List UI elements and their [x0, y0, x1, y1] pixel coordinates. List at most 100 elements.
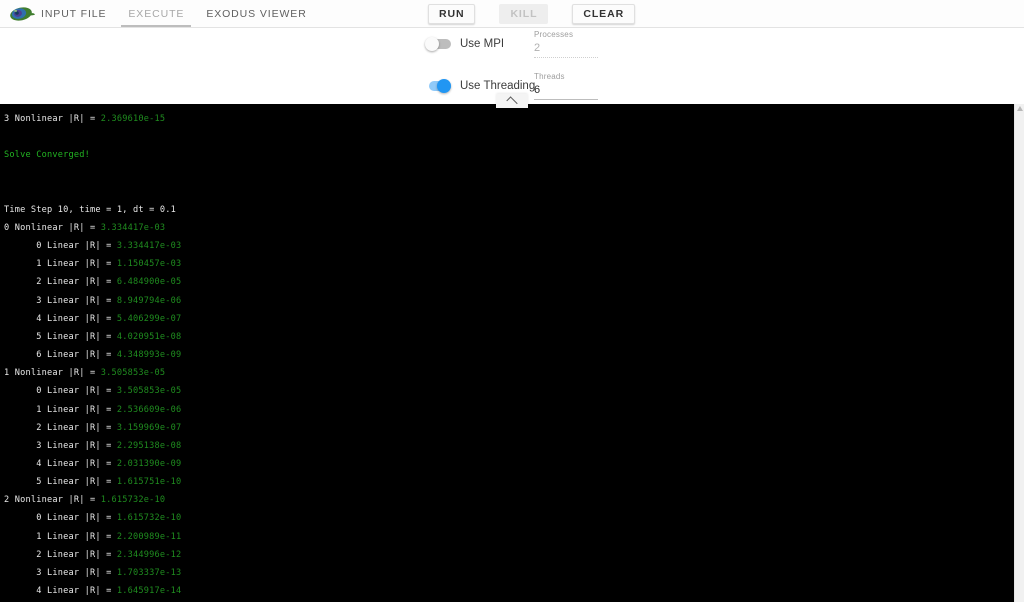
clear-button-label: CLEAR	[583, 8, 625, 20]
terminal-line: 2 Linear |R| = 6.484900e-05	[4, 273, 1014, 291]
terminal-line: 5 Linear |R| = 4.020951e-08	[4, 328, 1014, 346]
threads-label: Threads	[534, 72, 565, 81]
terminal-line-text: 3 Linear |R| =	[4, 295, 117, 306]
processes-input: 2	[534, 42, 541, 54]
field-underline	[534, 57, 598, 58]
terminal-line-text: 2 Linear |R| =	[4, 277, 117, 288]
terminal-lines: 3 Nonlinear |R| = 2.369610e-15 Solve Con…	[4, 110, 1014, 602]
terminal-line-text	[4, 132, 9, 142]
tab-execute-label: EXECUTE	[128, 8, 185, 20]
terminal-line-value: 1.615732e-10	[100, 495, 166, 506]
threads-field: Threads 6	[534, 72, 598, 100]
terminal-line-text: 1 Linear |R| =	[4, 404, 117, 415]
run-button-label: RUN	[439, 8, 465, 20]
use-mpi-label: Use MPI	[460, 38, 505, 50]
terminal-line: 4 Linear |R| = 1.645917e-14	[4, 582, 1014, 600]
terminal-line-text	[4, 187, 9, 197]
terminal-line-value: 1.150457e-03	[116, 259, 182, 270]
terminal-line-value: 3.159969e-07	[116, 422, 182, 433]
terminal-line-value: 2.200989e-11	[116, 531, 182, 542]
terminal-line-text: 0 Linear |R| =	[4, 513, 117, 524]
threads-input[interactable]: 6	[534, 83, 598, 97]
terminal-line-text: 0 Linear |R| =	[4, 241, 117, 252]
terminal-scrollbar[interactable]	[1014, 104, 1024, 602]
terminal-line: 2 Nonlinear |R| = 1.615732e-10	[4, 491, 1014, 509]
terminal-line-text: Solve Converged!	[4, 150, 90, 161]
terminal-line-text: 0 Linear |R| =	[4, 386, 117, 397]
field-underline	[534, 99, 598, 100]
terminal-line: 2 Linear |R| = 2.344996e-12	[4, 546, 1014, 564]
terminal-output[interactable]: 3 Nonlinear |R| = 2.369610e-15 Solve Con…	[0, 104, 1014, 602]
kill-button: KILL	[499, 4, 549, 24]
terminal-line-text: 1 Linear |R| =	[4, 531, 117, 542]
terminal-line: 3 Linear |R| = 8.949794e-06	[4, 292, 1014, 310]
use-mpi-toggle[interactable]	[425, 37, 451, 51]
terminal-line: 1 Linear |R| = 1.150457e-03	[4, 255, 1014, 273]
terminal-line-text: 5 Linear |R| =	[4, 331, 117, 342]
toggle-knob	[437, 79, 451, 93]
use-threading-label: Use Threading	[460, 80, 536, 92]
tab-execute[interactable]: EXECUTE	[117, 0, 195, 28]
terminal-line-value: 3.505853e-05	[100, 368, 166, 379]
terminal-line-text: 3 Linear |R| =	[4, 567, 117, 578]
terminal-line	[4, 128, 1014, 146]
terminal-line: 4 Linear |R| = 5.406299e-07	[4, 310, 1014, 328]
terminal-line-value: 2.536609e-06	[116, 404, 182, 415]
execution-control-panel: Use MPI Use Threading Processes 2 Thread…	[0, 28, 1024, 104]
nav-tabs: INPUT FILE EXECUTE EXODUS VIEWER	[30, 0, 318, 28]
terminal-line-text: 2 Nonlinear |R| =	[4, 495, 101, 506]
terminal-line-text: 2 Linear |R| =	[4, 422, 117, 433]
terminal-line-text: Time Step 10, time = 1, dt = 0.1	[4, 204, 176, 215]
tab-input-file[interactable]: INPUT FILE	[30, 0, 117, 28]
run-button[interactable]: RUN	[428, 4, 476, 24]
clear-button[interactable]: CLEAR	[572, 4, 636, 24]
terminal-line: 1 Linear |R| = 2.536609e-06	[4, 401, 1014, 419]
terminal-line: 3 Nonlinear |R| = 2.369610e-15	[4, 110, 1014, 128]
terminal-line-text: 3 Linear |R| =	[4, 440, 117, 451]
collapse-panel-button[interactable]	[496, 94, 528, 108]
terminal-line-text: 4 Linear |R| =	[4, 313, 117, 324]
terminal-line: Solve Converged!	[4, 146, 1014, 164]
processes-field: Processes 2	[534, 30, 598, 58]
terminal-line-text: 0 Nonlinear |R| =	[4, 222, 101, 233]
terminal-line-value: 2.031390e-09	[116, 458, 182, 469]
terminal-line-value: 8.949794e-06	[116, 295, 182, 306]
terminal-line: 3 Linear |R| = 1.703337e-13	[4, 564, 1014, 582]
terminal-line-text: 5 Linear |R| =	[4, 477, 117, 488]
terminal-line-value: 2.295138e-08	[116, 440, 182, 451]
terminal-line: 3 Linear |R| = 2.295138e-08	[4, 437, 1014, 455]
terminal-line: 0 Linear |R| = 3.505853e-05	[4, 382, 1014, 400]
scroll-up-arrow-icon[interactable]	[1017, 106, 1023, 111]
terminal-line-text	[4, 168, 9, 178]
terminal-line-text: 6 Linear |R| =	[4, 350, 117, 361]
terminal-line: 4 Linear |R| = 2.031390e-09	[4, 455, 1014, 473]
mpi-control-row: Use MPI	[425, 37, 505, 51]
kill-button-label: KILL	[510, 8, 538, 20]
terminal-line-text: 1 Linear |R| =	[4, 259, 117, 270]
terminal-line-value: 6.484900e-05	[116, 277, 182, 288]
terminal-line-value: 3.334417e-03	[116, 241, 182, 252]
terminal-line-value: 2.344996e-12	[116, 549, 182, 560]
terminal-line-value: 5.406299e-07	[116, 313, 182, 324]
terminal-line: Time Step 10, time = 1, dt = 0.1	[4, 201, 1014, 219]
threading-control-row: Use Threading	[425, 79, 536, 93]
use-threading-toggle[interactable]	[425, 79, 451, 93]
terminal-line-value: 1.615751e-10	[116, 477, 182, 488]
toggle-knob	[425, 37, 439, 51]
terminal-line: 0 Nonlinear |R| = 3.334417e-03	[4, 219, 1014, 237]
tab-exodus-viewer-label: EXODUS VIEWER	[206, 8, 307, 20]
tab-exodus-viewer[interactable]: EXODUS VIEWER	[195, 0, 317, 28]
chevron-up-icon	[506, 96, 518, 108]
terminal-line: 1 Linear |R| = 2.200989e-11	[4, 528, 1014, 546]
terminal-line-value: 3.505853e-05	[116, 386, 182, 397]
terminal-line-text: 3 Nonlinear |R| =	[4, 114, 101, 124]
terminal-line: 1 Nonlinear |R| = 3.505853e-05	[4, 364, 1014, 382]
processes-label: Processes	[534, 30, 574, 39]
terminal-line	[4, 164, 1014, 182]
tab-input-file-label: INPUT FILE	[41, 8, 107, 20]
terminal-line: 6 Linear |R| = 4.348993e-09	[4, 346, 1014, 364]
terminal-line: 5 Linear |R| = 1.615751e-10	[4, 473, 1014, 491]
terminal-line-text: 4 Linear |R| =	[4, 458, 117, 469]
terminal-line-text: 1 Nonlinear |R| =	[4, 368, 101, 379]
execute-page: INPUT FILE EXECUTE EXODUS VIEWER RUN KIL…	[0, 0, 1024, 602]
